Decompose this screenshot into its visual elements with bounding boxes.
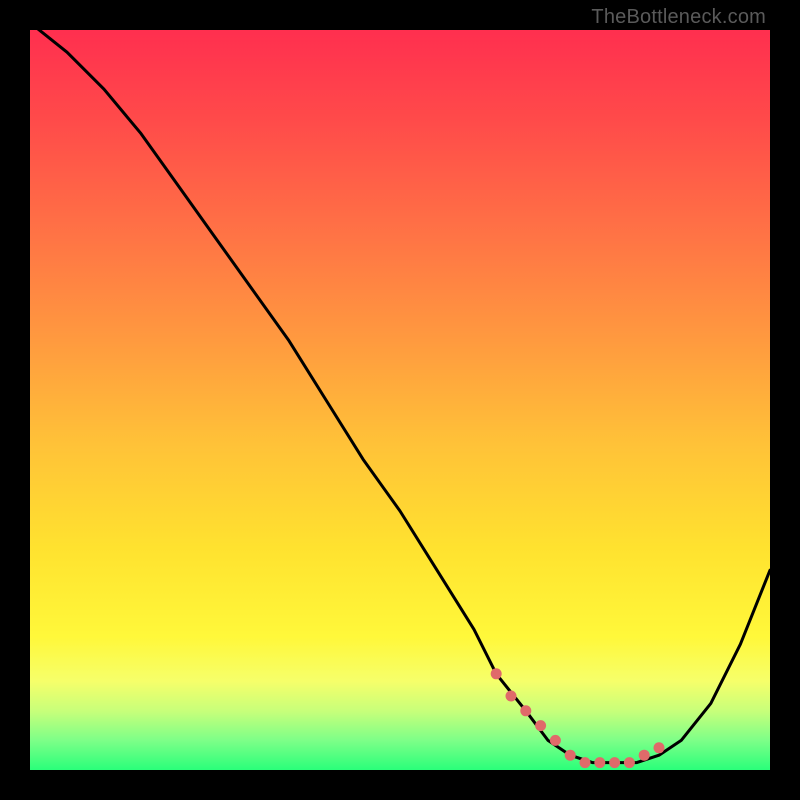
curve-marker [594, 757, 605, 768]
curve-marker [565, 750, 576, 761]
plot-area [30, 30, 770, 770]
curve-marker [520, 705, 531, 716]
chart-frame: TheBottleneck.com [0, 0, 800, 800]
curve-marker [550, 735, 561, 746]
curve-marker [580, 757, 591, 768]
curve-marker [535, 720, 546, 731]
curve-marker [506, 691, 517, 702]
curve-svg [30, 30, 770, 770]
curve-marker [491, 668, 502, 679]
bottleneck-curve-path [30, 30, 770, 763]
curve-marker [624, 757, 635, 768]
watermark-text: TheBottleneck.com [591, 6, 766, 29]
curve-marker [609, 757, 620, 768]
marker-group [491, 668, 665, 768]
curve-marker [639, 750, 650, 761]
curve-marker [654, 742, 665, 753]
